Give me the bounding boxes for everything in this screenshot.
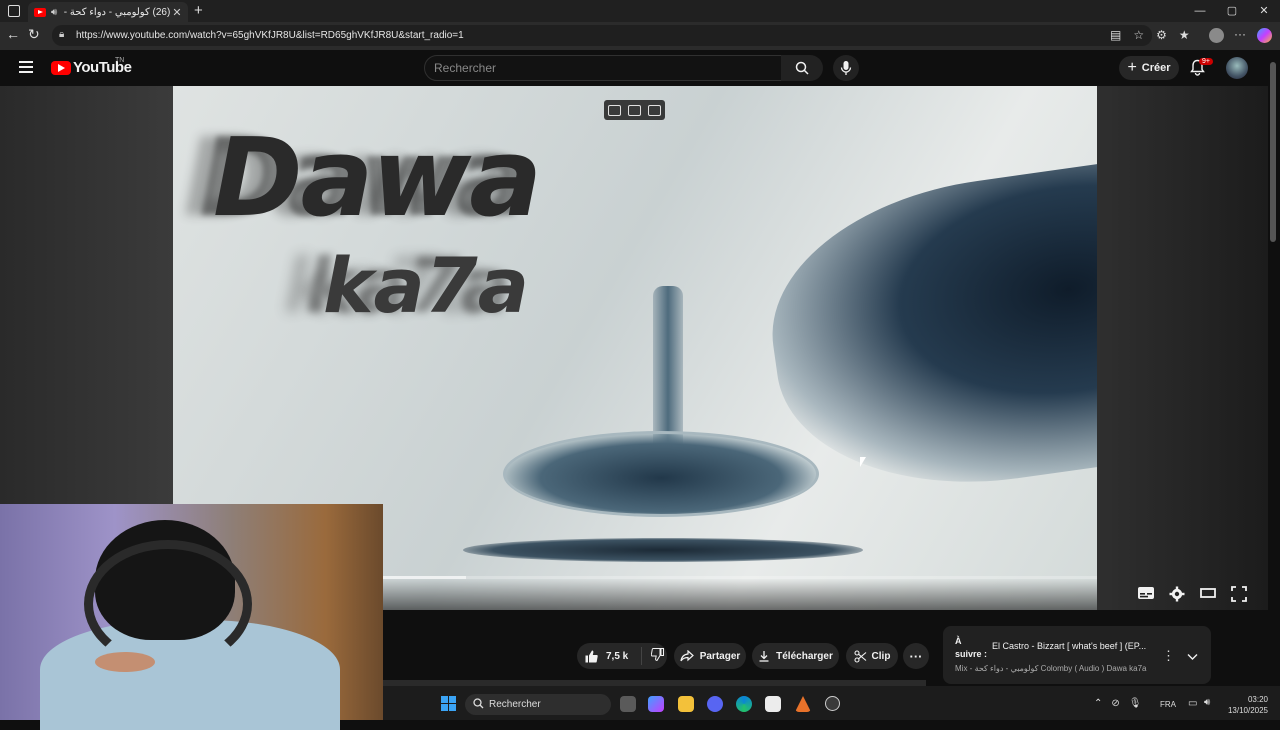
- extensions-icon[interactable]: ⚙: [1156, 28, 1167, 42]
- note-icon[interactable]: [648, 104, 662, 116]
- headset-image: [84, 540, 252, 668]
- clock-date: 13/10/2025: [1227, 706, 1268, 715]
- mouse-cursor-icon: [860, 457, 866, 467]
- like-dislike-group: 7,5 k: [577, 643, 667, 669]
- display-icon[interactable]: ▭: [1188, 698, 1197, 709]
- back-icon[interactable]: ←: [6, 26, 20, 43]
- refresh-icon[interactable]: ↻: [28, 26, 40, 43]
- up-next-label: À suivre :: [955, 636, 988, 659]
- edge-icon[interactable]: [736, 696, 752, 712]
- microphone-icon: [840, 61, 852, 75]
- create-button[interactable]: + Créer: [1119, 56, 1179, 80]
- player-controls: [1137, 586, 1247, 602]
- copilot-taskbar-icon[interactable]: [648, 696, 664, 712]
- clock-time: 03:20: [1247, 695, 1268, 704]
- search-placeholder: Rechercher: [434, 61, 497, 75]
- subtitles-icon[interactable]: [1137, 586, 1155, 600]
- search-button[interactable]: [781, 55, 823, 81]
- address-bar-icons: ▤ ☆ ⚙ ★: [1110, 28, 1190, 42]
- browser-tab[interactable]: 🔊︎ (26) كولومبي - دواء كحة - YouTube ✕: [28, 2, 188, 22]
- task-view-icon[interactable]: [620, 696, 636, 712]
- like-count: 7,5 k: [606, 650, 629, 662]
- taskbar-search-icon: [473, 698, 484, 709]
- minimize-button[interactable]: —: [1184, 0, 1216, 22]
- create-label: Créer: [1141, 62, 1171, 74]
- share-arrow-icon: [680, 650, 694, 662]
- network-icon[interactable]: ⊘: [1111, 698, 1119, 709]
- close-tab-icon[interactable]: ✕: [172, 6, 181, 19]
- dish-shadow: [463, 538, 863, 562]
- input-language[interactable]: FRA: [1160, 700, 1176, 709]
- ambient-right: [1097, 86, 1268, 610]
- download-button[interactable]: Télécharger: [752, 643, 839, 669]
- favorites-icon[interactable]: ★: [1179, 28, 1190, 42]
- tab-actions-icon[interactable]: [8, 5, 20, 17]
- up-next-subtitle: Mix - كولومبي - دواء كحة Colomby ( Audio…: [955, 664, 1147, 673]
- search-icon: [795, 61, 809, 75]
- scrollbar-thumb[interactable]: [1270, 62, 1276, 242]
- tray-chevron-up-icon[interactable]: ⌃: [1094, 698, 1102, 709]
- fullscreen-icon[interactable]: [1231, 586, 1247, 602]
- taskbar-search-label: Rechercher: [489, 699, 541, 710]
- taskbar-clock[interactable]: 03:20 13/10/2025: [1224, 694, 1268, 716]
- site-info-icon[interactable]: 🔒︎: [59, 29, 64, 40]
- cast-icon[interactable]: [627, 104, 641, 116]
- share-label: Partager: [699, 650, 741, 662]
- video-title-art-line2: ka7a: [323, 241, 529, 330]
- windows-start-icon[interactable]: [441, 696, 456, 711]
- more-actions-button[interactable]: ···: [903, 643, 929, 669]
- copilot-icon[interactable]: [1257, 28, 1272, 43]
- overlay-toolbar: [604, 100, 665, 120]
- up-next-title[interactable]: El Castro - Bizzart [ what's beef ] (EP.…: [992, 641, 1152, 651]
- browser-tab-bar: [0, 0, 1280, 22]
- url-text[interactable]: https://www.youtube.com/watch?v=65ghVKfJ…: [76, 30, 464, 41]
- youtube-logo-icon[interactable]: [51, 61, 71, 75]
- browser-profile-icon[interactable]: [1209, 28, 1224, 43]
- file-explorer-icon[interactable]: [678, 696, 694, 712]
- miniplayer-icon[interactable]: [607, 104, 621, 116]
- chevron-down-icon[interactable]: [1187, 648, 1198, 666]
- settings-gear-icon[interactable]: [1169, 586, 1185, 602]
- plus-icon: +: [1127, 59, 1137, 76]
- spoon-image: [503, 431, 819, 517]
- bottle-image: [754, 142, 1097, 510]
- download-label: Télécharger: [776, 650, 833, 662]
- clip-label: Clip: [871, 650, 891, 662]
- favorite-star-icon[interactable]: ☆: [1133, 28, 1144, 42]
- like-button[interactable]: 7,5 k: [577, 647, 642, 665]
- dislike-button[interactable]: [642, 648, 664, 664]
- tab-title: (26) كولومبي - دواء كحة - YouTube: [62, 6, 171, 18]
- discord-icon[interactable]: [707, 696, 723, 712]
- browser-menu-icon[interactable]: ···: [1234, 27, 1246, 41]
- account-avatar[interactable]: [1226, 57, 1248, 79]
- clip-button[interactable]: Clip: [846, 643, 898, 669]
- window-controls: — ▢ ✕: [1184, 0, 1280, 22]
- up-next-more-icon[interactable]: ⋮: [1162, 648, 1175, 664]
- share-button[interactable]: Partager: [674, 643, 746, 669]
- system-tray: ⌃ ⊘ 🎙︎: [1094, 698, 1141, 709]
- reader-view-icon[interactable]: ▤: [1110, 28, 1121, 42]
- volume-icon[interactable]: 🔊︎: [1204, 697, 1210, 708]
- notification-badge: 9+: [1199, 58, 1213, 65]
- new-tab-button[interactable]: +: [194, 2, 203, 19]
- voice-search-button[interactable]: [833, 55, 859, 81]
- thumbs-down-icon: [650, 648, 664, 662]
- video-title-art-line1: Dawa: [213, 116, 542, 241]
- theater-mode-icon[interactable]: [1199, 586, 1217, 600]
- close-window-button[interactable]: ✕: [1248, 0, 1280, 22]
- maximize-button[interactable]: ▢: [1216, 0, 1248, 22]
- scissors-icon: [853, 649, 866, 663]
- thumbs-up-icon: [585, 650, 598, 662]
- tray-mic-icon[interactable]: 🎙︎: [1129, 698, 1142, 709]
- hamburger-menu-icon[interactable]: [19, 61, 33, 76]
- youtube-country-code: TN: [115, 57, 125, 64]
- store-icon[interactable]: [765, 696, 781, 712]
- obs-icon[interactable]: [825, 696, 840, 711]
- download-icon: [759, 651, 769, 662]
- speaker-icon[interactable]: 🔊︎: [51, 7, 57, 18]
- youtube-favicon-icon: [34, 7, 46, 17]
- nav-buttons: ← ↻: [6, 26, 40, 43]
